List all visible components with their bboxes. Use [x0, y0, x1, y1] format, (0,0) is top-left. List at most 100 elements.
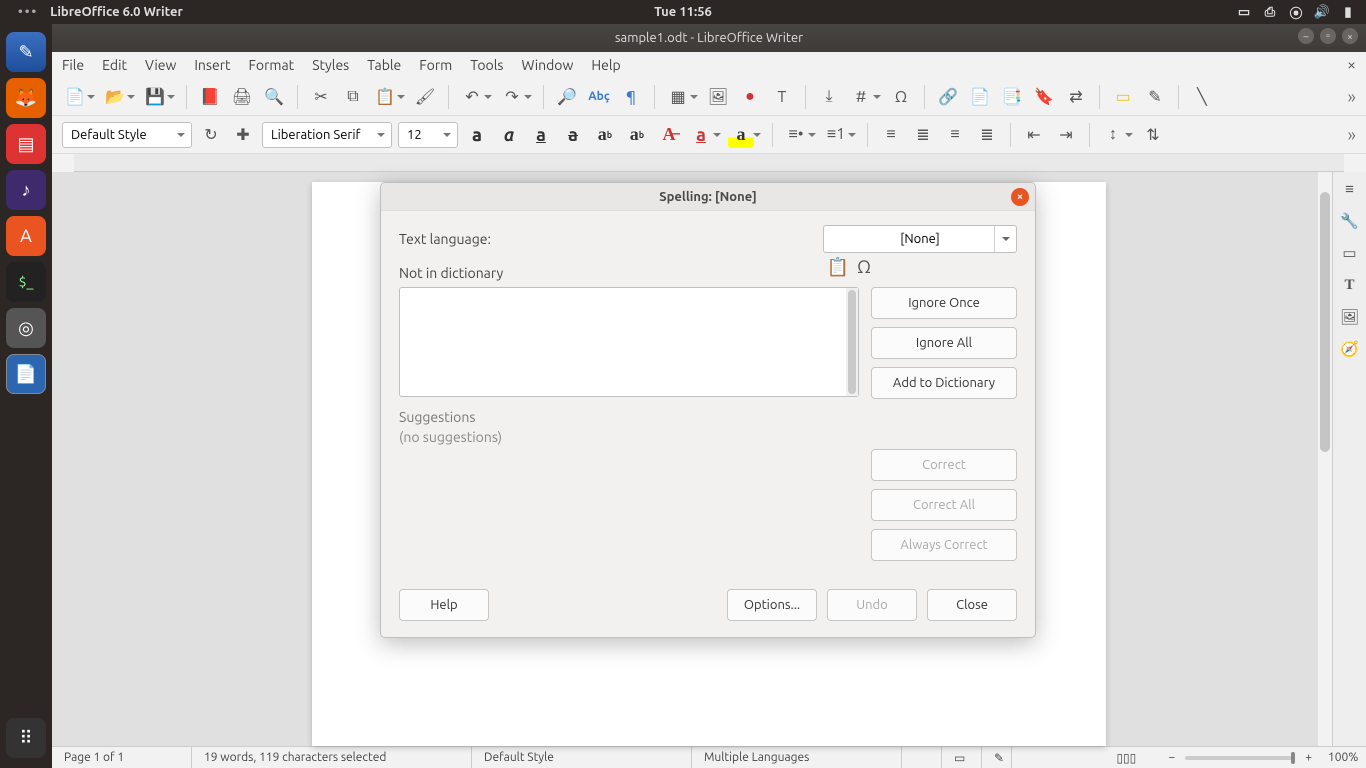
- window-close-button[interactable]: ×: [1342, 28, 1358, 44]
- ignore-once-button[interactable]: Ignore Once: [871, 287, 1017, 319]
- superscript-button[interactable]: ab: [592, 122, 618, 148]
- cut-button[interactable]: ✂: [308, 84, 334, 110]
- suggestions-listbox[interactable]: [399, 445, 859, 537]
- insert-chart-button[interactable]: ●: [737, 84, 763, 110]
- add-to-dictionary-button[interactable]: Add to Dictionary: [871, 367, 1017, 399]
- subscript-button[interactable]: ab: [624, 122, 650, 148]
- save-button[interactable]: 💾: [142, 84, 168, 110]
- insert-bookmark-button[interactable]: 🔖: [1031, 84, 1057, 110]
- underline-button[interactable]: a: [528, 122, 554, 148]
- network-icon[interactable]: ⎙: [1262, 4, 1278, 20]
- document-close-icon[interactable]: ×: [1347, 56, 1356, 74]
- redo-button[interactable]: ↷: [499, 84, 525, 110]
- launcher-libreoffice-writer-icon[interactable]: 📄: [6, 354, 46, 394]
- paragraph-style-combo[interactable]: Default Style: [62, 122, 192, 148]
- paste-button[interactable]: 📋: [372, 84, 398, 110]
- status-zoom[interactable]: 100%: [1316, 747, 1366, 768]
- sidebar-gallery-icon[interactable]: 🖼: [1337, 304, 1363, 330]
- options-button[interactable]: Options...: [727, 589, 817, 621]
- sidebar-styles-icon[interactable]: T: [1337, 272, 1363, 298]
- insert-cross-ref-button[interactable]: ⇄: [1063, 84, 1089, 110]
- italic-button[interactable]: a: [496, 122, 522, 148]
- dialog-titlebar[interactable]: Spelling: [None] ×: [381, 183, 1035, 211]
- correct-all-button[interactable]: Correct All: [871, 489, 1017, 521]
- always-correct-button[interactable]: Always Correct: [871, 529, 1017, 561]
- zoom-in-button[interactable]: +: [1301, 751, 1316, 764]
- battery-icon[interactable]: ▮: [1340, 4, 1356, 20]
- dialog-close-icon[interactable]: ×: [1011, 188, 1029, 206]
- window-minimize-button[interactable]: –: [1298, 28, 1314, 44]
- decrease-indent-button[interactable]: ⇤: [1021, 122, 1047, 148]
- clone-formatting-button[interactable]: 🖌: [412, 84, 438, 110]
- launcher-software-icon[interactable]: A: [6, 216, 46, 256]
- menu-form[interactable]: Form: [419, 57, 452, 73]
- undo-dialog-button[interactable]: Undo: [827, 589, 917, 621]
- sidebar-properties-icon[interactable]: 🔧: [1337, 208, 1363, 234]
- undo-button[interactable]: ↶: [459, 84, 485, 110]
- insert-line-button[interactable]: ╲: [1189, 84, 1215, 110]
- paste-icon[interactable]: 📋: [827, 257, 849, 278]
- special-char-icon[interactable]: Ω: [857, 257, 871, 278]
- status-wordcount[interactable]: 19 words, 119 characters selected: [192, 747, 472, 768]
- menu-file[interactable]: File: [62, 57, 84, 73]
- formatting-toolbar-overflow-icon[interactable]: »: [1348, 125, 1356, 145]
- insert-special-char-button[interactable]: Ω: [888, 84, 914, 110]
- menu-format[interactable]: Format: [249, 57, 295, 73]
- status-signature[interactable]: ✎: [982, 747, 1012, 768]
- menu-help[interactable]: Help: [591, 57, 620, 73]
- find-replace-button[interactable]: 🔎: [554, 84, 580, 110]
- print-preview-button[interactable]: 🔍: [261, 84, 287, 110]
- ignore-all-button[interactable]: Ignore All: [871, 327, 1017, 359]
- insert-footnote-button[interactable]: 📄: [967, 84, 993, 110]
- insert-comment-button[interactable]: ▭: [1110, 84, 1136, 110]
- font-color-button[interactable]: a: [688, 122, 714, 148]
- insert-textbox-button[interactable]: T: [769, 84, 795, 110]
- window-maximize-button[interactable]: ▫: [1320, 28, 1336, 44]
- align-left-button[interactable]: ≡: [878, 122, 904, 148]
- open-button[interactable]: 📂: [102, 84, 128, 110]
- insert-table-button[interactable]: ▦: [665, 84, 691, 110]
- track-changes-button[interactable]: ✎: [1142, 84, 1168, 110]
- menu-insert[interactable]: Insert: [194, 57, 230, 73]
- launcher-firefox-icon[interactable]: 🦊: [6, 78, 46, 118]
- launcher-files-icon[interactable]: ▤: [6, 124, 46, 164]
- menu-table[interactable]: Table: [367, 57, 401, 73]
- status-style[interactable]: Default Style: [472, 747, 692, 768]
- textarea-scrollbar[interactable]: [846, 288, 858, 396]
- align-right-button[interactable]: ≡: [942, 122, 968, 148]
- formatting-marks-button[interactable]: ¶: [618, 84, 644, 110]
- vertical-scrollbar[interactable]: [1318, 172, 1332, 746]
- help-button[interactable]: Help: [399, 589, 489, 621]
- number-list-button[interactable]: ≡1: [823, 122, 849, 148]
- new-style-button[interactable]: ✚: [230, 122, 256, 148]
- bullet-list-button[interactable]: ≡•: [783, 122, 809, 148]
- status-view-layout[interactable]: ▯▯▯: [1104, 747, 1164, 768]
- increase-indent-button[interactable]: ⇥: [1053, 122, 1079, 148]
- status-page[interactable]: Page 1 of 1: [52, 747, 192, 768]
- font-name-combo[interactable]: Liberation Serif: [262, 122, 392, 148]
- zoom-out-button[interactable]: −: [1164, 751, 1179, 764]
- not-in-dictionary-textarea[interactable]: [399, 287, 859, 397]
- volume-icon[interactable]: 🔊: [1314, 4, 1330, 20]
- strikethrough-button[interactable]: a: [560, 122, 586, 148]
- export-pdf-button[interactable]: 📕: [197, 84, 223, 110]
- horizontal-ruler[interactable]: [74, 154, 1344, 172]
- launcher-writer-icon[interactable]: ✎: [6, 32, 46, 72]
- copy-button[interactable]: ⧉: [340, 84, 366, 110]
- correct-button[interactable]: Correct: [871, 449, 1017, 481]
- system-clock[interactable]: Tue 11:56: [654, 5, 712, 19]
- sidebar-page-icon[interactable]: ▭: [1337, 240, 1363, 266]
- spellcheck-button[interactable]: Abç: [586, 84, 612, 110]
- insert-page-break-button[interactable]: ⤓: [816, 84, 842, 110]
- device-icon[interactable]: ▭: [1236, 4, 1252, 20]
- launcher-music-icon[interactable]: ♪: [6, 170, 46, 210]
- activities-icon[interactable]: •••: [18, 5, 38, 19]
- highlight-button[interactable]: a: [728, 122, 754, 148]
- sidebar-settings-icon[interactable]: ≡: [1337, 176, 1363, 202]
- text-language-select[interactable]: [None]: [823, 225, 1017, 253]
- font-size-combo[interactable]: 12: [398, 122, 458, 148]
- status-insert-mode[interactable]: [902, 747, 942, 768]
- menu-styles[interactable]: Styles: [312, 57, 349, 73]
- zoom-slider[interactable]: [1185, 756, 1295, 760]
- wifi-icon[interactable]: ⦿: [1288, 4, 1304, 20]
